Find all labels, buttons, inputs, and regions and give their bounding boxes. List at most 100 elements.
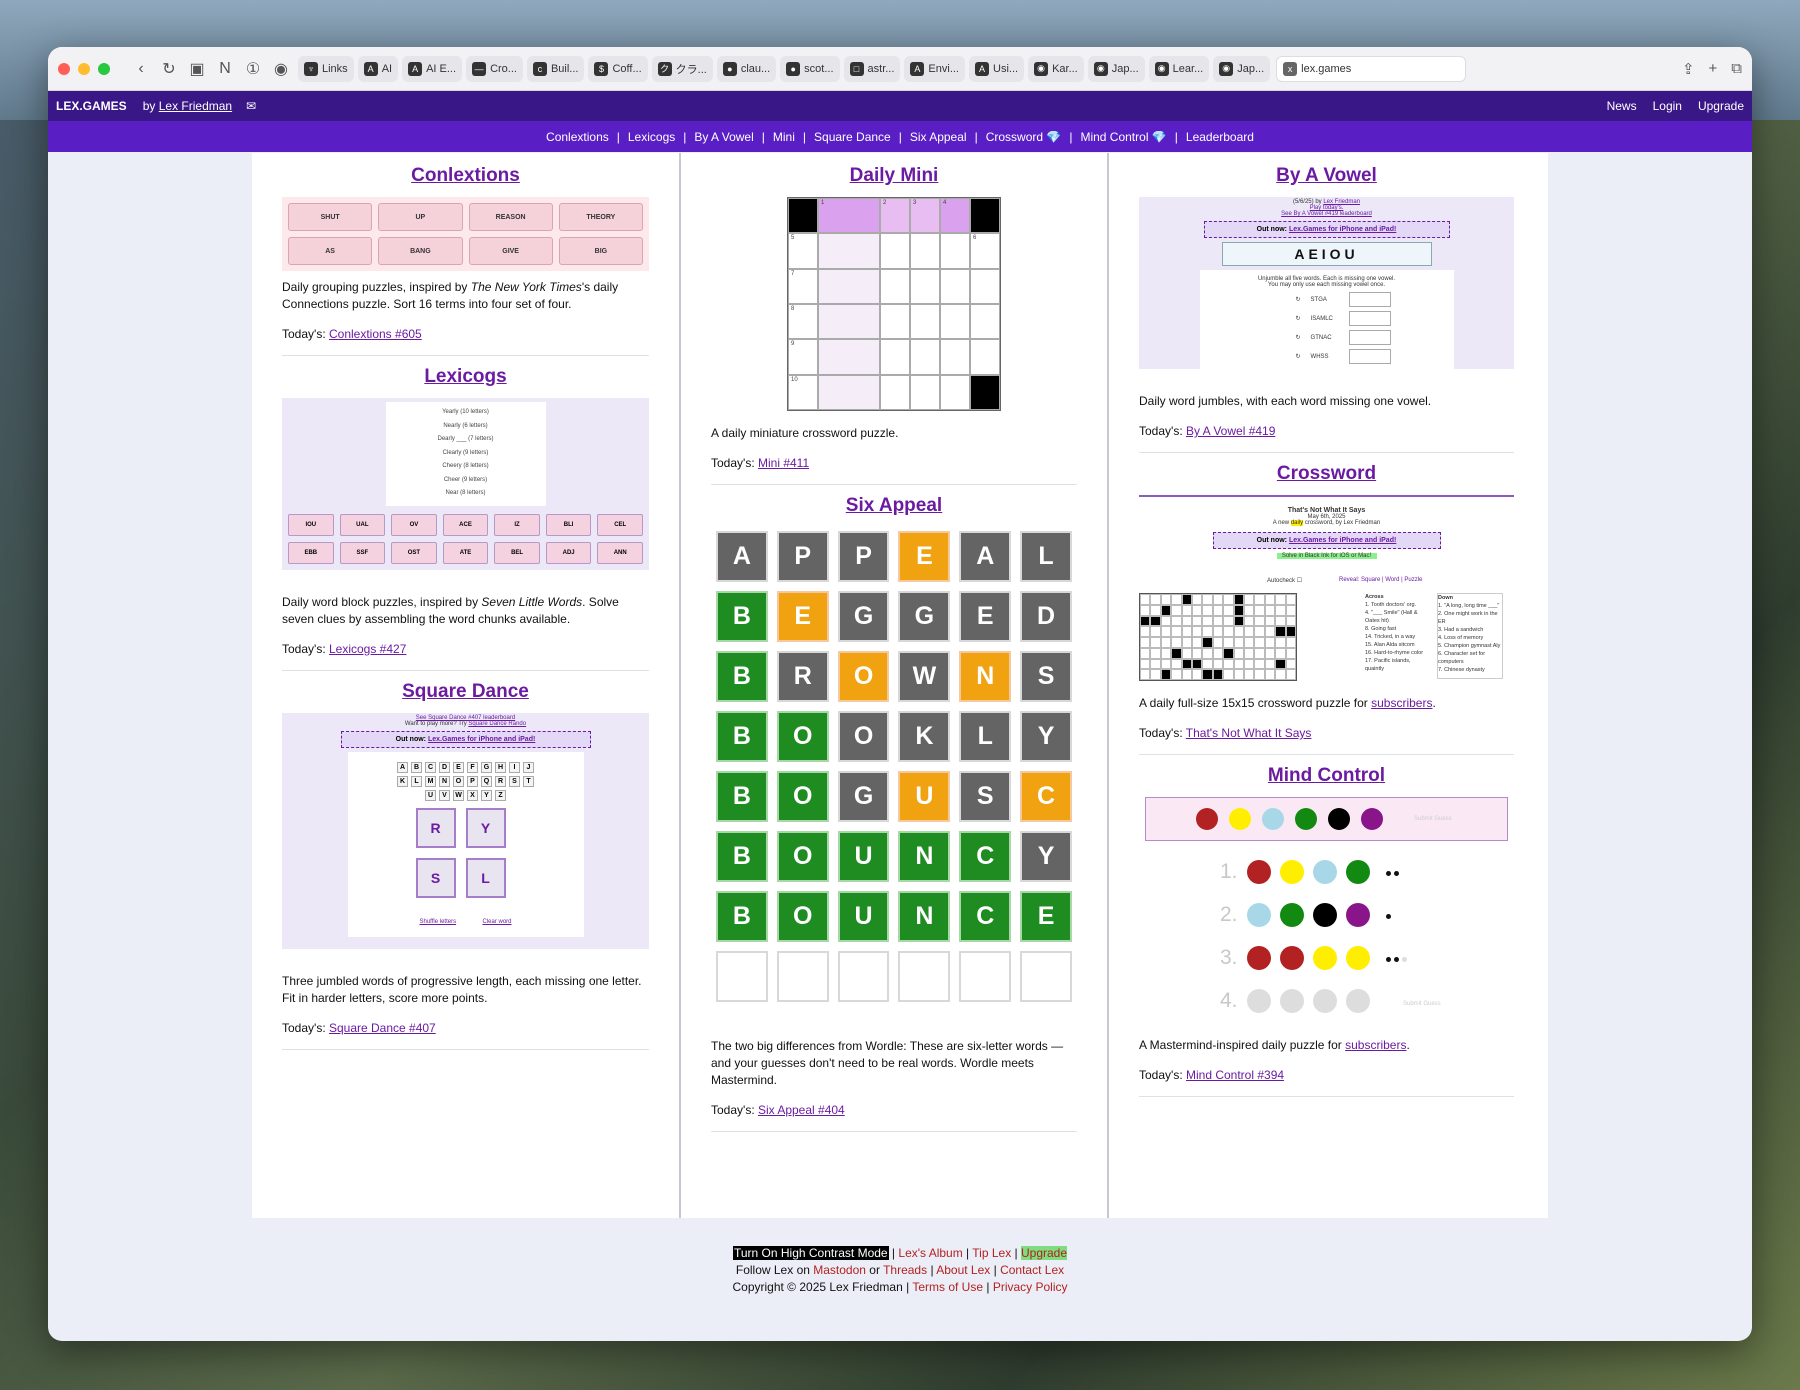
cw-clue[interactable]: 3. Had a sandwich bbox=[1438, 626, 1502, 634]
cw-cell[interactable] bbox=[1150, 637, 1161, 648]
cw-cell[interactable] bbox=[1150, 604, 1161, 616]
upgrade-link[interactable]: Upgrade bbox=[1698, 99, 1744, 113]
mini-cell[interactable]: 6 bbox=[970, 233, 1000, 269]
browser-tab[interactable]: c Buil... bbox=[526, 55, 585, 82]
sd-letter[interactable]: V bbox=[439, 790, 450, 801]
login-link[interactable]: Login bbox=[1653, 99, 1682, 113]
mini-cell[interactable]: 1 bbox=[818, 198, 880, 234]
cw-cell[interactable] bbox=[1243, 647, 1255, 659]
cw-cell[interactable] bbox=[1223, 669, 1234, 680]
cw-cell[interactable] bbox=[1285, 647, 1296, 659]
conlextions-tile[interactable]: BIG bbox=[558, 237, 643, 265]
lexicogs-chunk[interactable]: SSF bbox=[339, 542, 386, 564]
sd-letter[interactable]: R bbox=[495, 776, 506, 787]
browser-tab[interactable]: ◉ Jap... bbox=[1213, 55, 1271, 82]
cw-cell[interactable] bbox=[1181, 615, 1192, 627]
mini-cell[interactable] bbox=[940, 303, 970, 340]
sd-square[interactable]: S bbox=[415, 858, 456, 898]
sd-letter[interactable]: K bbox=[397, 776, 408, 787]
high-contrast-toggle[interactable]: Turn On High Contrast Mode bbox=[732, 1246, 889, 1260]
cw-cell[interactable] bbox=[1223, 626, 1234, 637]
sd-letter[interactable]: E bbox=[453, 762, 464, 773]
cw-cell[interactable] bbox=[1191, 647, 1203, 659]
lexicogs-chunk[interactable]: BLI bbox=[545, 514, 592, 536]
cw-cell[interactable] bbox=[1264, 658, 1276, 670]
square-dance-today-link[interactable]: Square Dance #407 bbox=[329, 1021, 436, 1035]
cw-cell[interactable] bbox=[1243, 658, 1255, 670]
mini-cell[interactable] bbox=[818, 303, 880, 340]
square-dance-preview[interactable]: See Square Dance #407 leaderboard Want t… bbox=[282, 713, 649, 949]
conlextions-today-link[interactable]: Conlextions #605 bbox=[329, 327, 422, 341]
nav-link[interactable]: Leaderboard bbox=[1182, 130, 1258, 144]
cw-cell[interactable] bbox=[1223, 604, 1234, 616]
sd-letter[interactable]: P bbox=[467, 776, 478, 787]
rotate-icon[interactable]: ↻ bbox=[1296, 296, 1301, 303]
browser-tab[interactable]: ● scot... bbox=[780, 55, 840, 82]
mini-cell[interactable] bbox=[940, 268, 970, 304]
cw-cell[interactable] bbox=[1181, 604, 1192, 616]
author-link[interactable]: Lex Friedman bbox=[159, 99, 232, 113]
cw-cell[interactable] bbox=[1181, 669, 1192, 680]
cw-cell[interactable] bbox=[1191, 594, 1203, 605]
crossword-subscribers-link[interactable]: subscribers bbox=[1371, 696, 1432, 710]
cw-cell[interactable] bbox=[1243, 626, 1255, 637]
nav-link[interactable]: By A Vowel bbox=[690, 130, 757, 144]
conlextions-tile[interactable]: THEORY bbox=[558, 203, 643, 231]
cw-cell[interactable] bbox=[1160, 647, 1172, 659]
cw-cell[interactable] bbox=[1285, 615, 1296, 627]
cw-cell[interactable] bbox=[1202, 658, 1213, 670]
mini-cell[interactable] bbox=[910, 303, 940, 340]
cw-clue[interactable]: 5. Champion gymnast Aly bbox=[1438, 642, 1502, 650]
cw-cell[interactable] bbox=[1212, 647, 1224, 659]
sd-letter[interactable]: T bbox=[523, 776, 534, 787]
cw-cell[interactable] bbox=[1275, 604, 1286, 616]
cw-cell[interactable] bbox=[1254, 626, 1265, 637]
browser-tab[interactable]: ♆ Links bbox=[298, 55, 354, 82]
rotate-icon[interactable]: ↻ bbox=[1296, 315, 1301, 322]
cw-cell[interactable] bbox=[1254, 594, 1265, 605]
mini-cell[interactable] bbox=[970, 268, 1000, 304]
zoom-window-button[interactable] bbox=[98, 62, 110, 75]
cw-cell[interactable] bbox=[1264, 647, 1276, 659]
cw-cell[interactable] bbox=[1171, 594, 1182, 605]
six-appeal-preview[interactable]: APPEALBEGGEDBROWNSBOOKLYBOGUSCBOUNCYBOUN… bbox=[716, 531, 1072, 1002]
bv-outnow-link[interactable]: Lex.Games for iPhone and iPad! bbox=[1289, 226, 1396, 233]
conlextions-tile[interactable]: AS bbox=[288, 237, 373, 265]
nav-link[interactable]: Six Appeal bbox=[906, 130, 971, 144]
cw-cell[interactable] bbox=[1233, 647, 1244, 659]
bv-answer-input[interactable] bbox=[1348, 349, 1391, 364]
browser-tab[interactable]: $ Coff... bbox=[588, 55, 648, 82]
lexicogs-chunk[interactable]: ANN bbox=[597, 542, 643, 564]
extension-icon[interactable]: ▣ bbox=[186, 58, 208, 80]
cw-cell[interactable] bbox=[1243, 594, 1255, 605]
mini-cell[interactable] bbox=[970, 303, 1000, 340]
close-window-button[interactable] bbox=[58, 62, 70, 75]
cw-cell[interactable] bbox=[1202, 615, 1213, 627]
cw-cell[interactable] bbox=[1275, 647, 1286, 659]
mini-cell[interactable] bbox=[940, 374, 970, 410]
cw-cell[interactable] bbox=[1191, 626, 1203, 637]
cw-cell[interactable] bbox=[1160, 658, 1172, 670]
cw-clue[interactable]: 14. Tricked, in a way bbox=[1365, 633, 1431, 641]
sd-leaderboard-link[interactable]: See Square Dance #407 leaderboard bbox=[282, 713, 649, 721]
cw-cell[interactable] bbox=[1275, 594, 1286, 605]
cw-cell[interactable] bbox=[1254, 615, 1265, 627]
lexicogs-chunk[interactable]: UAL bbox=[339, 514, 386, 536]
record-icon[interactable]: ◉ bbox=[270, 58, 292, 80]
cw-cell[interactable] bbox=[1160, 637, 1172, 648]
cw-cell[interactable] bbox=[1212, 615, 1224, 627]
cw-reveal-links[interactable]: Reveal: Square | Word | Puzzle bbox=[1339, 577, 1422, 583]
cw-cell[interactable] bbox=[1233, 626, 1244, 637]
mini-cell[interactable] bbox=[940, 339, 970, 375]
cw-cell[interactable] bbox=[1254, 637, 1265, 648]
color-peg[interactable] bbox=[1328, 808, 1350, 830]
cw-cell[interactable] bbox=[1254, 604, 1265, 616]
bv-answer-input[interactable] bbox=[1348, 330, 1391, 345]
cw-cell[interactable] bbox=[1285, 637, 1296, 648]
cw-clue[interactable]: 8. Going fast bbox=[1365, 625, 1431, 633]
cw-cell[interactable] bbox=[1243, 615, 1255, 627]
nav-link[interactable]: Square Dance bbox=[810, 130, 895, 144]
by-a-vowel-preview[interactable]: (5/6/25) by Lex Friedman Play today's. S… bbox=[1139, 197, 1514, 382]
sd-letter[interactable]: H bbox=[495, 762, 506, 773]
browser-tab[interactable]: A AI bbox=[357, 55, 399, 82]
